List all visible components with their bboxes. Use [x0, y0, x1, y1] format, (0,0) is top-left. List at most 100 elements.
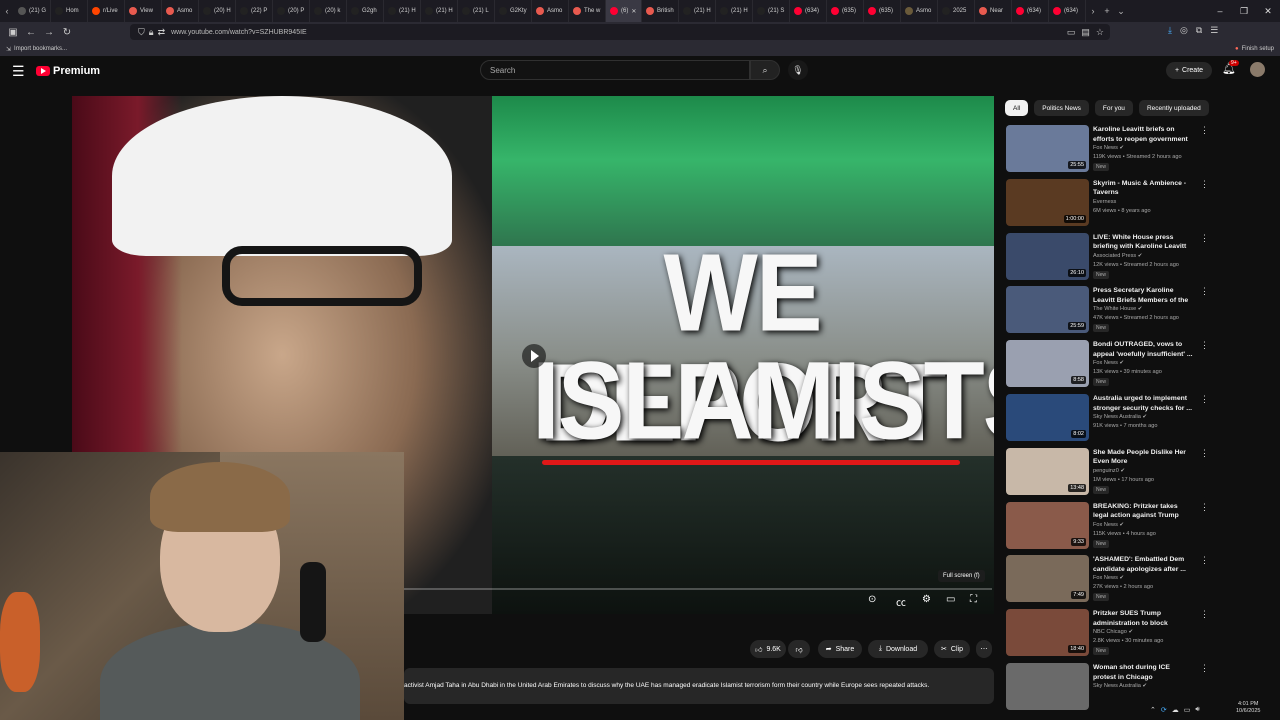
like-button[interactable]: 👍︎ 9.6K: [750, 640, 786, 658]
recommendation-thumbnail[interactable]: 9:33: [1006, 501, 1089, 549]
recommendation-item[interactable]: 18:40 Pritzker SUES Trump administration …: [1006, 609, 1276, 657]
clip-button[interactable]: ✂ Clip: [934, 640, 970, 658]
browser-tab[interactable]: Hom: [51, 0, 88, 22]
speaker-icon[interactable]: 🔊︎: [1195, 706, 1199, 714]
recommendation-title[interactable]: Pritzker SUES Trump administration to bl…: [1093, 609, 1193, 628]
recommendation-title[interactable]: Woman shot during ICE protest in Chicago: [1093, 663, 1193, 682]
picture-in-picture-icon[interactable]: ▭: [1067, 27, 1076, 38]
recommendation-item[interactable]: 25:55 Karoline Leavitt briefs on efforts …: [1006, 125, 1276, 173]
recommendation-title[interactable]: Skyrim - Music & Ambience - Taverns: [1093, 179, 1193, 198]
play-icon[interactable]: [522, 344, 546, 368]
search-button[interactable]: ⌕: [750, 60, 780, 80]
recommendation-title[interactable]: BREAKING: Pritzker takes legal action ag…: [1093, 502, 1193, 521]
reload-icon[interactable]: ↻: [58, 22, 76, 42]
recommendation-thumbnail[interactable]: 18:40: [1006, 609, 1089, 657]
more-vert-icon[interactable]: ⋮: [1200, 502, 1209, 513]
description-box[interactable]: activist Amjad Taha in Abu Dhabi in the …: [404, 668, 994, 704]
more-vert-icon[interactable]: ⋮: [1200, 609, 1209, 620]
finish-setup-link[interactable]: Finish setup: [1242, 46, 1274, 52]
recommendation-item[interactable]: 8:02 Australia urged to implement stronge…: [1006, 394, 1276, 442]
recommendation-channel[interactable]: Fox News ✔: [1093, 575, 1124, 581]
fullscreen-icon[interactable]: ⛶: [970, 594, 977, 605]
recommendation-channel[interactable]: Sky News Australia ✔: [1093, 414, 1147, 420]
bookmark-star-icon[interactable]: ☆: [1096, 27, 1104, 38]
browser-tab[interactable]: (21) H: [679, 0, 716, 22]
system-clock[interactable]: 4:01 PM 10/6/2025: [1236, 701, 1260, 715]
recommendation-thumbnail[interactable]: 25:59: [1006, 286, 1089, 334]
filter-chip[interactable]: Recently uploaded: [1138, 100, 1209, 116]
recommendation-channel[interactable]: Fox News ✔: [1093, 145, 1124, 151]
new-tab-plus-icon[interactable]: +: [1100, 0, 1114, 22]
recommendation-thumbnail[interactable]: 8:58: [1006, 340, 1089, 388]
browser-tab[interactable]: (22) P: [236, 0, 273, 22]
browser-tab[interactable]: Near: [975, 0, 1012, 22]
more-vert-icon[interactable]: ⋮: [1200, 286, 1209, 297]
recommendation-item[interactable]: 1:00:00 Skyrim - Music & Ambience - Taver…: [1006, 178, 1276, 227]
recommendation-item[interactable]: 13:48 She Made People Dislike Her Even Mo…: [1006, 447, 1276, 496]
browser-tab[interactable]: (21) S: [753, 0, 790, 22]
recommendation-item[interactable]: 8:58 Bondi OUTRAGED, vows to appeal 'woef…: [1006, 340, 1276, 388]
recommendation-thumbnail[interactable]: 26:10: [1006, 232, 1089, 280]
browser-tab[interactable]: (635): [827, 0, 864, 22]
recommendation-thumbnail[interactable]: 8:02: [1006, 394, 1089, 441]
share-button[interactable]: ➦ Share: [818, 640, 862, 658]
more-vert-icon[interactable]: ⋮: [1200, 125, 1209, 136]
browser-tab[interactable]: (20) P: [273, 0, 310, 22]
browser-tab[interactable]: 2025: [938, 0, 975, 22]
recommendation-channel[interactable]: Fox News ✔: [1093, 522, 1124, 528]
browser-tab[interactable]: (21) L: [458, 0, 495, 22]
recommendation-thumbnail[interactable]: 7:49: [1006, 555, 1089, 603]
browser-tab[interactable]: (20) k: [310, 0, 347, 22]
browser-tab[interactable]: The w: [569, 0, 606, 22]
browser-tab[interactable]: (634): [1049, 0, 1086, 22]
avatar[interactable]: [1250, 62, 1265, 77]
recommendation-channel[interactable]: NBC Chicago ✔: [1093, 629, 1133, 635]
browser-tab[interactable]: (20) H: [199, 0, 236, 22]
browser-tab[interactable]: (634): [790, 0, 827, 22]
filter-chip[interactable]: All: [1005, 100, 1029, 116]
browser-tab[interactable]: G2gh: [347, 0, 384, 22]
recommendation-title[interactable]: LIVE: White House press briefing with Ka…: [1093, 233, 1193, 252]
autoplay-toggle-icon[interactable]: ⊙: [868, 594, 876, 605]
recommendation-channel[interactable]: The White House ✔: [1093, 306, 1142, 312]
recommendation-thumbnail[interactable]: 25:55: [1006, 125, 1089, 172]
guide-menu-icon[interactable]: ☰: [12, 63, 25, 80]
extensions-icon[interactable]: ⧉: [1196, 25, 1202, 36]
recommendation-item[interactable]: 25:59 Press Secretary Karoline Leavitt Br…: [1006, 286, 1276, 334]
captions-icon[interactable]: ㏄: [896, 594, 906, 609]
back-icon[interactable]: ←: [22, 22, 40, 42]
recommendation-title[interactable]: Karoline Leavitt briefs on efforts to re…: [1093, 125, 1193, 144]
close-tab-icon[interactable]: ✕: [631, 8, 636, 15]
download-button[interactable]: ⤓ Download: [868, 640, 928, 658]
recommendation-item[interactable]: 7:49 'ASHAMED': Embattled Dem candidate a…: [1006, 555, 1276, 603]
browser-tab[interactable]: (634): [1012, 0, 1049, 22]
close-window-icon[interactable]: ✕: [1256, 0, 1280, 22]
filter-chip[interactable]: Politics News: [1034, 100, 1089, 116]
browser-tab[interactable]: G2Kty: [495, 0, 532, 22]
filter-chip[interactable]: For you: [1094, 100, 1133, 116]
browser-tab[interactable]: (21) H: [384, 0, 421, 22]
recommendation-item[interactable]: 26:10 LIVE: White House press briefing wi…: [1006, 232, 1276, 281]
tray-chevron-icon[interactable]: ⌃: [1150, 706, 1156, 714]
more-vert-icon[interactable]: ⋮: [1200, 340, 1209, 351]
browser-tab[interactable]: Asmo: [532, 0, 569, 22]
create-button[interactable]: + Create: [1166, 62, 1212, 79]
cloud-icon[interactable]: ☁: [1172, 706, 1179, 714]
recommendation-thumbnail[interactable]: 1:00:00: [1006, 178, 1089, 226]
recommendation-channel[interactable]: penguinz0 ✔: [1093, 468, 1125, 474]
recommendation-title[interactable]: Australia urged to implement stronger se…: [1093, 394, 1193, 413]
recommendation-channel[interactable]: Sky News Australia ✔: [1093, 683, 1147, 689]
import-bookmarks-link[interactable]: Import bookmarks...: [14, 46, 67, 52]
browser-tab[interactable]: (6) ✕: [606, 0, 642, 22]
recommendation-thumbnail[interactable]: [1006, 663, 1089, 710]
recommendation-title[interactable]: Press Secretary Karoline Leavitt Briefs …: [1093, 286, 1193, 305]
recommendation-channel[interactable]: Fox News ✔: [1093, 360, 1124, 366]
tab-scroll-left-icon[interactable]: ‹: [0, 0, 14, 22]
more-vert-icon[interactable]: ⋮: [1200, 448, 1209, 459]
browser-tab[interactable]: View: [125, 0, 162, 22]
voice-search-button[interactable]: 🎙︎: [788, 60, 808, 80]
recommendation-title[interactable]: 'ASHAMED': Embattled Dem candidate apolo…: [1093, 555, 1193, 574]
recommendation-channel[interactable]: Everness: [1093, 199, 1116, 205]
browser-tab[interactable]: Asmo: [901, 0, 938, 22]
more-actions-button[interactable]: ⋯: [976, 640, 992, 658]
